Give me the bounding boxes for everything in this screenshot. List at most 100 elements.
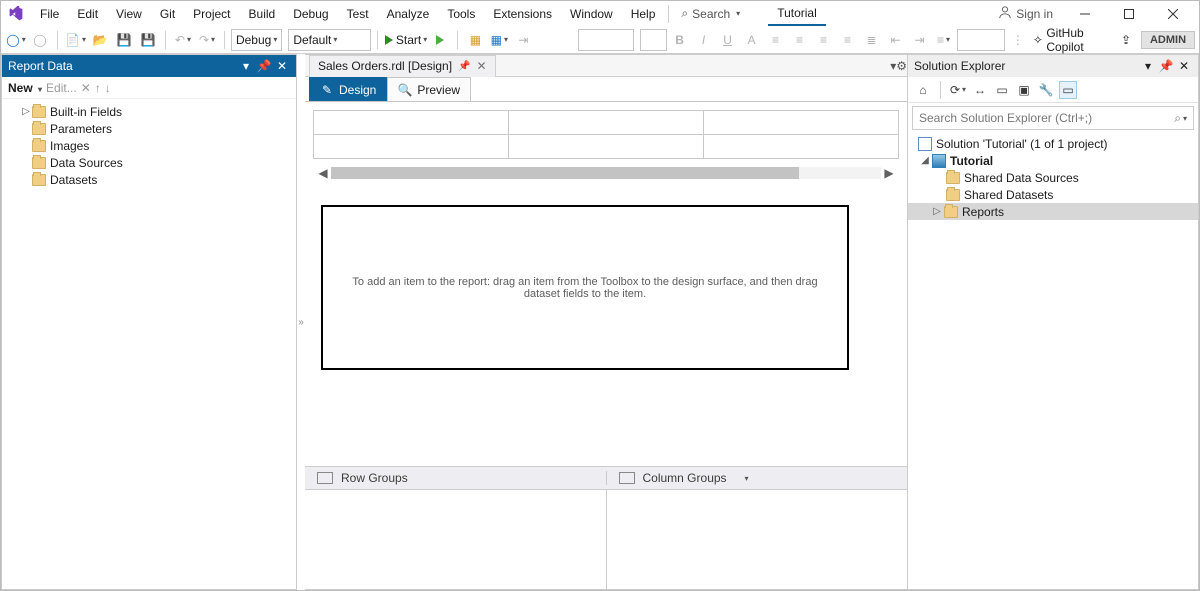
text-align-justify-button[interactable]: ≡ [837, 29, 859, 51]
report-design-surface[interactable]: To add an item to the report: drag an it… [321, 205, 849, 370]
new-project-button[interactable]: 📄▾ [64, 29, 87, 51]
scroll-thumb[interactable] [331, 167, 799, 179]
tree-node-builtin-fields[interactable]: ▷Built-in Fields [2, 103, 296, 120]
tree-node-images[interactable]: Images [2, 137, 296, 154]
scroll-right-icon[interactable]: ▶ [883, 167, 895, 179]
save-button[interactable]: 💾 [113, 29, 135, 51]
close-icon[interactable]: ✕ [1176, 58, 1192, 74]
misc-a-button[interactable]: ⋮ [1007, 29, 1029, 51]
style-dropdown[interactable] [957, 29, 1005, 51]
panel-menu-button[interactable]: ▾ [1140, 58, 1156, 74]
sign-in-button[interactable]: Sign in [990, 3, 1061, 24]
sln-properties-button[interactable]: 🔧 [1037, 81, 1055, 99]
scroll-left-icon[interactable]: ◀ [317, 167, 329, 179]
undo-button[interactable]: ↶▾ [172, 29, 194, 51]
italic-button[interactable]: I [693, 29, 715, 51]
folder-reports[interactable]: ▷ Reports [908, 203, 1198, 220]
tree-node-data-sources[interactable]: Data Sources [2, 154, 296, 171]
share-button[interactable]: ⇪ [1115, 29, 1137, 51]
move-up-icon[interactable]: ↑ [95, 81, 101, 95]
line-spacing-button[interactable]: ≡▾ [933, 29, 955, 51]
horizontal-scrollbar[interactable]: ◀ ▶ [313, 165, 899, 181]
scroll-track[interactable] [331, 167, 881, 179]
tab-preview[interactable]: 🔍 Preview [387, 77, 471, 101]
menu-project[interactable]: Project [184, 3, 239, 25]
tab-design[interactable]: ✎ Design [309, 77, 387, 101]
sln-refresh-button[interactable]: ⟳▾ [949, 81, 967, 99]
close-icon[interactable]: ✕ [274, 58, 290, 74]
config-dropdown[interactable]: Debug▾ [231, 29, 282, 51]
font-family-dropdown[interactable] [578, 29, 634, 51]
save-all-button[interactable]: 💾 [137, 29, 159, 51]
delete-icon[interactable]: ✕ [81, 81, 91, 95]
solution-search-input[interactable]: Search Solution Explorer (Ctrl+;) ⌕▾ [912, 106, 1194, 130]
text-align-left-button[interactable]: ≡ [765, 29, 787, 51]
pin-icon[interactable]: 📌 [256, 58, 272, 74]
maximize-button[interactable] [1109, 1, 1149, 26]
list-button[interactable]: ≣ [861, 29, 883, 51]
menu-test[interactable]: Test [338, 3, 378, 25]
titlebar-search[interactable]: ⌕ Search ▾ [673, 4, 748, 23]
project-node[interactable]: ◢ Tutorial [908, 152, 1198, 169]
column-groups-pane[interactable] [606, 490, 908, 589]
indent-right-button[interactable]: ⇥ [909, 29, 931, 51]
start-no-debug-button[interactable] [429, 29, 451, 51]
row-groups-pane[interactable] [305, 490, 606, 589]
menu-file[interactable]: File [31, 3, 68, 25]
tree-node-datasets[interactable]: Datasets [2, 171, 296, 188]
solution-root-node[interactable]: Solution 'Tutorial' (1 of 1 project) [908, 135, 1198, 152]
start-debug-button[interactable]: Start▾ [384, 29, 427, 51]
underline-button[interactable]: U [717, 29, 739, 51]
sln-home-button[interactable]: ⌂ [914, 81, 932, 99]
copilot-button[interactable]: ✧ GitHub Copilot [1031, 29, 1111, 51]
open-file-button[interactable]: 📂 [89, 29, 111, 51]
font-size-dropdown[interactable] [640, 29, 666, 51]
layout-b-button[interactable]: ▦▾ [488, 29, 510, 51]
close-button[interactable] [1153, 1, 1193, 26]
report-data-edit-button[interactable]: Edit... [46, 81, 77, 95]
report-data-new-button[interactable]: New ▾ [8, 81, 42, 95]
vertical-tab-handle[interactable]: » [297, 54, 305, 590]
separator [377, 31, 378, 49]
header-grid[interactable] [313, 110, 899, 159]
menu-git[interactable]: Git [151, 3, 184, 25]
sln-showall-button[interactable]: ▣ [1015, 81, 1033, 99]
layout-a-button[interactable]: ▦ [464, 29, 486, 51]
sln-preview-button[interactable]: ▭ [1059, 81, 1077, 99]
tree-node-parameters[interactable]: Parameters [2, 120, 296, 137]
text-align-right-button[interactable]: ≡ [813, 29, 835, 51]
move-down-icon[interactable]: ↓ [105, 81, 111, 95]
menu-build[interactable]: Build [240, 3, 285, 25]
text-align-center-button[interactable]: ≡ [789, 29, 811, 51]
menu-extensions[interactable]: Extensions [484, 3, 561, 25]
nav-back-button[interactable]: ◯▾ [5, 29, 27, 51]
panel-menu-button[interactable]: ▾ [238, 58, 254, 74]
close-icon[interactable]: ✕ [477, 59, 487, 73]
gear-icon[interactable]: ⚙ [896, 59, 907, 73]
font-color-button[interactable]: A [741, 29, 763, 51]
chevron-down-icon[interactable]: ▾ [745, 474, 749, 483]
titlebar-project-label[interactable]: Tutorial [768, 2, 826, 26]
platform-dropdown[interactable]: Default▾ [288, 29, 371, 51]
document-tab[interactable]: Sales Orders.rdl [Design] 📌 ✕ [309, 55, 496, 77]
indent-left-button[interactable]: ⇤ [885, 29, 907, 51]
menu-view[interactable]: View [107, 3, 151, 25]
menu-window[interactable]: Window [561, 3, 622, 25]
menu-help[interactable]: Help [622, 3, 665, 25]
folder-shared-data-sources[interactable]: Shared Data Sources [908, 169, 1198, 186]
separator [940, 81, 941, 99]
menu-debug[interactable]: Debug [284, 3, 337, 25]
menu-edit[interactable]: Edit [68, 3, 107, 25]
redo-button[interactable]: ↷▾ [196, 29, 218, 51]
indent-button[interactable]: ⇥ [512, 29, 534, 51]
menu-tools[interactable]: Tools [438, 3, 484, 25]
folder-shared-datasets[interactable]: Shared Datasets [908, 186, 1198, 203]
menu-analyze[interactable]: Analyze [378, 3, 439, 25]
nav-forward-button[interactable]: ◯ [29, 29, 51, 51]
sln-sync-button[interactable]: ↔ [971, 81, 989, 99]
pin-icon[interactable]: 📌 [458, 61, 470, 72]
bold-button[interactable]: B [669, 29, 691, 51]
pin-icon[interactable]: 📌 [1158, 58, 1174, 74]
sln-collapse-button[interactable]: ▭ [993, 81, 1011, 99]
minimize-button[interactable] [1065, 1, 1105, 26]
